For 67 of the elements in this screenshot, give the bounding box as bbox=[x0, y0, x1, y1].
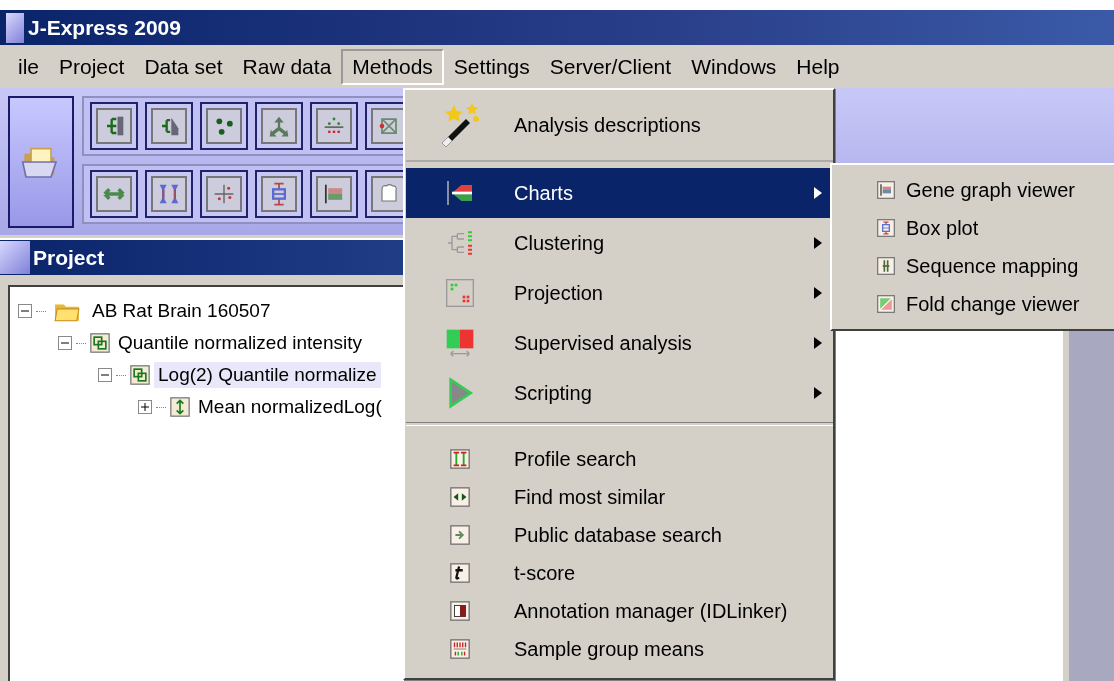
tree-item[interactable]: Log(2) Quantile normalize bbox=[154, 362, 381, 388]
menu-item[interactable]: Find most similar bbox=[406, 478, 833, 516]
menu-item[interactable]: Annotation manager (IDLinker) bbox=[406, 592, 833, 630]
expander-toggle[interactable] bbox=[98, 368, 112, 382]
expander-toggle[interactable] bbox=[58, 336, 72, 350]
profile-search-icon bbox=[449, 448, 471, 470]
menu-item[interactable]: Project bbox=[49, 49, 135, 84]
line-chart-icon bbox=[876, 180, 896, 200]
toolbar-button[interactable] bbox=[200, 170, 248, 218]
split-colors-icon bbox=[444, 327, 476, 359]
column-icon bbox=[449, 600, 471, 622]
menu-item[interactable]: Box plot bbox=[832, 209, 1114, 247]
group-bars-icon bbox=[449, 638, 471, 660]
toolbar-button[interactable] bbox=[90, 170, 138, 218]
menu-item[interactable]: ile bbox=[8, 49, 49, 84]
italic-t-icon bbox=[449, 562, 471, 584]
toolbar-button[interactable] bbox=[310, 170, 358, 218]
menu-item[interactable]: Projection bbox=[406, 268, 833, 318]
submenu-arrow-icon bbox=[813, 236, 823, 250]
expander-toggle[interactable] bbox=[138, 400, 152, 414]
tree-item[interactable]: AB Rat Brain 160507 bbox=[88, 298, 275, 324]
menu-item[interactable]: t-score bbox=[406, 554, 833, 592]
menu-item[interactable]: Public database search bbox=[406, 516, 833, 554]
menu-item[interactable]: Fold change viewer bbox=[832, 285, 1114, 323]
open-folder-button[interactable] bbox=[8, 96, 74, 228]
app-icon bbox=[6, 12, 24, 43]
menu-item[interactable]: Settings bbox=[443, 49, 540, 84]
toolbar-button[interactable] bbox=[145, 102, 193, 150]
menu-item[interactable]: Clustering bbox=[406, 218, 833, 268]
tree-item[interactable]: Quantile normalized intensity bbox=[114, 330, 366, 356]
panel-title: Project bbox=[33, 245, 105, 270]
toolbar-button[interactable] bbox=[200, 102, 248, 150]
submenu-arrow-icon bbox=[813, 186, 823, 200]
dataset-icon bbox=[130, 365, 150, 385]
plus-icon bbox=[140, 402, 150, 412]
menu-item[interactable]: Sample group means bbox=[406, 630, 833, 668]
toolbar-button[interactable] bbox=[255, 102, 303, 150]
menu-item[interactable]: Analysis descriptions bbox=[406, 90, 833, 162]
menu-item[interactable]: Scripting bbox=[406, 368, 833, 418]
menu-item[interactable]: Windows bbox=[681, 49, 787, 84]
window-title: J-Express 2009 bbox=[28, 15, 181, 40]
tree-item[interactable]: Mean normalizedLog( bbox=[194, 394, 386, 420]
menu-item[interactable]: Help bbox=[786, 49, 850, 84]
scatter-grid-icon bbox=[444, 277, 476, 309]
submenu-arrow-icon bbox=[813, 286, 823, 300]
toolbar-button[interactable] bbox=[255, 170, 303, 218]
menu-item[interactable]: Profile search bbox=[406, 440, 833, 478]
box-plot-icon bbox=[876, 218, 896, 238]
toolbar-button[interactable] bbox=[145, 170, 193, 218]
menu-item[interactable]: Server/Client bbox=[539, 49, 682, 84]
toolbar-button[interactable] bbox=[90, 102, 138, 150]
expander-toggle[interactable] bbox=[18, 304, 32, 318]
menu-item[interactable]: Raw data bbox=[232, 49, 342, 84]
menu-item[interactable]: Sequence mapping bbox=[832, 247, 1114, 285]
menu-item[interactable]: Charts bbox=[406, 168, 833, 218]
submenu-arrow-icon bbox=[813, 386, 823, 400]
dataset-icon bbox=[90, 333, 110, 353]
menu-item[interactable]: Supervised analysis bbox=[406, 318, 833, 368]
submenu-arrow-icon bbox=[813, 336, 823, 350]
menu-item[interactable]: Methods bbox=[341, 48, 444, 85]
menu-item[interactable]: Data set bbox=[134, 49, 233, 84]
mean-icon bbox=[170, 397, 190, 417]
sequence-icon bbox=[876, 256, 896, 276]
toolbar-button[interactable] bbox=[310, 102, 358, 150]
diagonal-icon bbox=[876, 294, 896, 314]
menu-item[interactable]: Gene graph viewer bbox=[832, 171, 1114, 209]
panel-icon bbox=[0, 241, 30, 274]
